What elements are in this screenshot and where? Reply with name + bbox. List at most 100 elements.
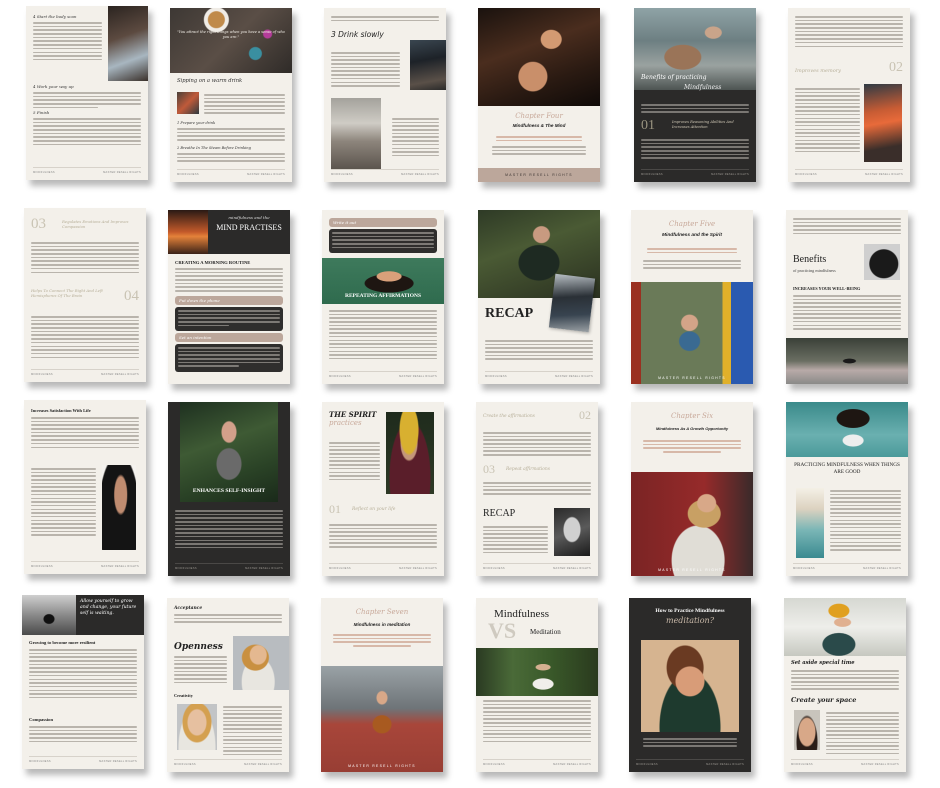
text-line [29,660,137,662]
text-line [332,239,434,241]
page-thumbnail-spirit-practices: THE SPIRIT practices 01 Reflect on your … [322,402,444,576]
footer-right: MASTER RESELL RIGHTS [244,763,282,766]
footer-left: MINDFULNESS [483,567,505,570]
text-line [392,125,439,127]
upside-down-face-photo [794,710,820,750]
text-line [483,714,591,717]
chapter-title: Mindfulness As A Growth Opportunity [655,426,729,431]
text-line [31,534,96,536]
text-line [392,136,439,138]
page-thumbnail-how-to-practice: How to Practice Mindfulness meditation? … [629,598,751,772]
text-line [643,745,737,747]
text-line [483,551,548,554]
text-line [826,719,899,721]
towel-photo [331,98,381,170]
hair-wind-photo [786,402,908,457]
text-line [223,720,282,723]
text-line [643,263,741,266]
text-line [31,515,96,518]
section-number: 02 [579,408,591,422]
footer-right: MASTER RESELL RIGHTS [399,567,437,570]
text-line [29,733,137,735]
text-line [329,442,380,444]
text-line [175,282,283,285]
chapter-script: Chapter Seven [355,608,409,616]
footer-right: MASTER RESELL RIGHTS [553,567,591,570]
page-footer: MINDFULNESS MASTER RESELL RIGHTS [483,759,591,766]
subheading: 2 Breathe In The Steam Before Drinking [177,146,251,150]
text-block [204,94,285,116]
text-line [331,52,400,54]
page-thumbnail-benefits-well-being: Benefits of practicing mindfulness INCRE… [786,210,908,384]
text-line [830,515,901,518]
text-line [496,139,582,142]
title: Mindfulness [494,608,549,620]
text-line [178,354,280,356]
title: RECAP [485,306,534,321]
page-thumbnail-improves-memory: Improves memory 02 MINDFULNESS MASTER RES… [788,8,910,182]
text-line [29,671,137,673]
footer-right: MASTER RESELL RIGHTS [865,173,903,176]
text-line [795,88,860,90]
heading: Set aside special time [791,660,855,666]
text-line [392,143,439,146]
text-line [33,47,102,50]
text-line [223,750,282,752]
text-line [483,526,548,528]
text-line [329,538,437,541]
page-thumbnail-chapter-seven: Chapter Seven Mindfulness in meditation … [321,598,443,772]
text-line [31,446,139,448]
woman-leaves-photo [180,402,278,502]
text-line [791,684,899,687]
text-line [204,97,285,100]
text-line [641,142,749,145]
page-thumbnail-create-affirmations: Create the affirmations 02 03 Repeat aff… [476,402,598,576]
text-line [204,108,285,111]
text-line [175,513,283,516]
text-line [331,70,400,72]
page-footer: MINDFULNESS MASTER RESELL RIGHTS [29,756,137,763]
text-block [329,310,437,362]
page-footer: MINDFULNESS MASTER RESELL RIGHTS [177,169,285,176]
text-line [33,136,141,138]
text-line [33,132,141,135]
subtitle: Repeat affirmations [506,467,550,472]
text-block [331,16,439,23]
reading-photo [177,92,199,114]
text-line [174,614,282,616]
text-line [329,453,380,455]
text-line [795,110,860,112]
text-line [29,656,137,658]
text-block [483,482,591,497]
page-footer: MINDFULNESS MASTER RESELL RIGHTS [31,369,139,376]
text-line [793,324,901,326]
text-block [492,146,586,157]
text-line [483,443,591,445]
text-block [177,153,285,164]
text-line [223,728,282,730]
text-line [795,91,860,94]
text-line [174,670,227,673]
text-line [174,621,282,623]
text-line [826,726,899,729]
text-block [793,218,901,236]
text-line [329,456,380,459]
text-line [483,432,591,434]
page-thumbnail-practicing-good-times: PRACTICING MINDFULNESS WHEN THINGS ARE G… [786,402,908,576]
text-line [826,730,899,732]
text-line [177,128,285,130]
text-line [643,260,741,262]
text-line [174,656,227,658]
text-line [483,700,591,702]
text-line [178,324,229,327]
text-line [332,232,434,234]
page-footer: MINDFULNESS MASTER RESELL RIGHTS [33,167,141,174]
text-line [332,235,434,238]
text-block [643,260,741,271]
footer-left: MINDFULNESS [329,375,351,378]
text-line [33,58,102,61]
text-line [795,113,860,116]
text-line [329,310,437,312]
text-line [31,504,96,507]
text-line [329,343,437,345]
